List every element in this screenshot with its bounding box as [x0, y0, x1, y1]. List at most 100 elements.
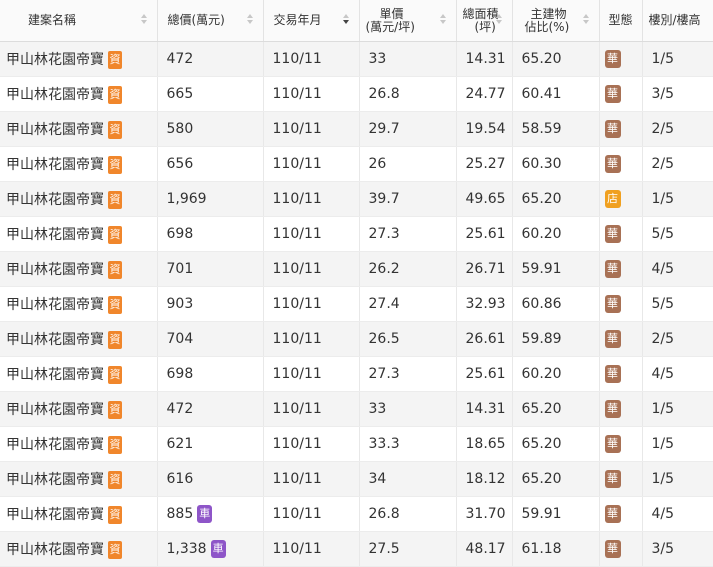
- cell-type: 華: [599, 286, 643, 322]
- table-row[interactable]: 甲山林花園帝寶資 698 110/11 27.3 25.61 60.20 華 5/5: [0, 216, 713, 252]
- cell-type: 華: [599, 531, 643, 567]
- cell-trade-date: 110/11: [263, 286, 360, 322]
- header-total-price-label: 總價(萬元): [167, 13, 225, 27]
- cell-project-name[interactable]: 甲山林花園帝寶資: [0, 531, 158, 567]
- cell-total-price: 656: [157, 146, 264, 182]
- type-badge: 店: [604, 190, 621, 208]
- header-total-area-line2: (坪): [474, 19, 496, 34]
- table-row[interactable]: 甲山林花園帝寶資 472 110/11 33 14.31 65.20 華 1/5: [0, 41, 713, 77]
- header-main-building[interactable]: 主建物 佔比(%): [512, 0, 600, 42]
- cell-total-price: 472: [157, 41, 264, 77]
- table-row[interactable]: 甲山林花園帝寶資 1,338 車 110/11 27.5 48.17 61.18 華 3/5: [0, 531, 713, 567]
- type-badge: 華: [604, 155, 621, 173]
- table-row[interactable]: 甲山林花園帝寶資 580 110/11 29.7 19.54 58.59 華 2/5: [0, 111, 713, 147]
- capital-badge: 資: [108, 51, 122, 69]
- cell-project-name[interactable]: 甲山林花園帝寶資: [0, 461, 158, 497]
- cell-main-building-ratio: 60.86: [512, 286, 600, 322]
- table-row[interactable]: 甲山林花園帝寶資 1,969 110/11 39.7 49.65 65.20 店 1/5: [0, 181, 713, 217]
- cell-project-name[interactable]: 甲山林花園帝寶資: [0, 41, 158, 77]
- total-price-text: 621: [166, 436, 194, 452]
- header-total-area-line1: 總面積: [462, 6, 499, 21]
- type-badge: 華: [604, 260, 621, 278]
- cell-project-name[interactable]: 甲山林花園帝寶資: [0, 391, 158, 427]
- cell-unit-price: 27.5: [359, 531, 457, 567]
- cell-total-price: 665: [157, 76, 264, 112]
- cell-trade-date: 110/11: [263, 41, 360, 77]
- header-trade-date[interactable]: 交易年月: [263, 0, 360, 42]
- cell-trade-date: 110/11: [263, 426, 360, 462]
- table-row[interactable]: 甲山林花園帝寶資 704 110/11 26.5 26.61 59.89 華 2/5: [0, 321, 713, 357]
- table-body: 甲山林花園帝寶資 472 110/11 33 14.31 65.20 華 1/5 甲山林花園帝寶…: [0, 41, 713, 567]
- cell-total-area: 24.77: [456, 76, 513, 112]
- cell-project-name[interactable]: 甲山林花園帝寶資: [0, 76, 158, 112]
- cell-floor: 4/5: [642, 356, 713, 392]
- cell-total-area: 18.65: [456, 426, 513, 462]
- sort-icon[interactable]: [495, 14, 502, 26]
- cell-project-name[interactable]: 甲山林花園帝寶資: [0, 251, 158, 287]
- cell-floor: 1/5: [642, 391, 713, 427]
- sort-desc-icon[interactable]: [342, 14, 349, 26]
- cell-unit-price: 39.7: [359, 181, 457, 217]
- header-floor[interactable]: 樓別/樓高: [642, 0, 713, 42]
- header-project-name[interactable]: 建案名稱: [0, 0, 158, 42]
- sort-icon[interactable]: [246, 14, 253, 26]
- cell-floor: 4/5: [642, 496, 713, 532]
- header-total-area[interactable]: 總面積 (坪): [456, 0, 513, 42]
- table-row[interactable]: 甲山林花園帝寶資 621 110/11 33.3 18.65 65.20 華 1/5: [0, 426, 713, 462]
- cell-project-name[interactable]: 甲山林花園帝寶資: [0, 111, 158, 147]
- cell-trade-date: 110/11: [263, 251, 360, 287]
- cell-project-name[interactable]: 甲山林花園帝寶資: [0, 216, 158, 252]
- cell-total-price: 885 車: [157, 496, 264, 532]
- capital-badge: 資: [108, 401, 122, 419]
- type-badge: 華: [604, 50, 621, 68]
- cell-main-building-ratio: 58.59: [512, 111, 600, 147]
- table-row[interactable]: 甲山林花園帝寶資 665 110/11 26.8 24.77 60.41 華 3/5: [0, 76, 713, 112]
- total-price-text: 616: [166, 471, 194, 487]
- table-row[interactable]: 甲山林花園帝寶資 701 110/11 26.2 26.71 59.91 華 4/5: [0, 251, 713, 287]
- cell-project-name[interactable]: 甲山林花園帝寶資: [0, 356, 158, 392]
- cell-floor: 5/5: [642, 216, 713, 252]
- header-total-price[interactable]: 總價(萬元): [157, 0, 264, 42]
- cell-total-price: 621: [157, 426, 264, 462]
- cell-floor: 1/5: [642, 41, 713, 77]
- header-trade-date-label: 交易年月: [273, 13, 322, 27]
- cell-unit-price: 27.3: [359, 216, 457, 252]
- table-row[interactable]: 甲山林花園帝寶資 656 110/11 26 25.27 60.30 華 2/5: [0, 146, 713, 182]
- sort-icon[interactable]: [582, 14, 589, 26]
- parking-badge: 車: [210, 540, 226, 558]
- cell-project-name[interactable]: 甲山林花園帝寶資: [0, 321, 158, 357]
- cell-floor: 3/5: [642, 76, 713, 112]
- cell-type: 華: [599, 76, 643, 112]
- type-badge: 華: [604, 85, 621, 103]
- project-name-text: 甲山林花園帝寶: [6, 52, 104, 68]
- table-row[interactable]: 甲山林花園帝寶資 698 110/11 27.3 25.61 60.20 華 4/5: [0, 356, 713, 392]
- cell-total-price: 580: [157, 111, 264, 147]
- cell-project-name[interactable]: 甲山林花園帝寶資: [0, 286, 158, 322]
- sort-icon[interactable]: [439, 14, 446, 26]
- cell-trade-date: 110/11: [263, 531, 360, 567]
- cell-floor: 2/5: [642, 321, 713, 357]
- cell-project-name[interactable]: 甲山林花園帝寶資: [0, 426, 158, 462]
- cell-total-area: 19.54: [456, 111, 513, 147]
- cell-project-name[interactable]: 甲山林花園帝寶資: [0, 496, 158, 532]
- sort-icon[interactable]: [140, 14, 147, 26]
- cell-project-name[interactable]: 甲山林花園帝寶資: [0, 181, 158, 217]
- capital-badge: 資: [108, 226, 122, 244]
- cell-total-price: 704: [157, 321, 264, 357]
- table-row[interactable]: 甲山林花園帝寶資 903 110/11 27.4 32.93 60.86 華 5/5: [0, 286, 713, 322]
- table-row[interactable]: 甲山林花園帝寶資 616 110/11 34 18.12 65.20 華 1/5: [0, 461, 713, 497]
- capital-badge: 資: [108, 436, 122, 454]
- cell-type: 華: [599, 496, 643, 532]
- table-row[interactable]: 甲山林花園帝寶資 472 110/11 33 14.31 65.20 華 1/5: [0, 391, 713, 427]
- total-price-text: 698: [166, 366, 194, 382]
- header-type[interactable]: 型態: [599, 0, 643, 42]
- cell-project-name[interactable]: 甲山林花園帝寶資: [0, 146, 158, 182]
- header-unit-price[interactable]: 單價 (萬元/坪): [359, 0, 457, 42]
- project-name-text: 甲山林花園帝寶: [6, 262, 104, 278]
- project-name-text: 甲山林花園帝寶: [6, 192, 104, 208]
- cell-main-building-ratio: 65.20: [512, 181, 600, 217]
- cell-floor: 2/5: [642, 111, 713, 147]
- type-badge: 華: [604, 435, 621, 453]
- table-row[interactable]: 甲山林花園帝寶資 885 車 110/11 26.8 31.70 59.91 華 4/5: [0, 496, 713, 532]
- project-name-text: 甲山林花園帝寶: [6, 227, 104, 243]
